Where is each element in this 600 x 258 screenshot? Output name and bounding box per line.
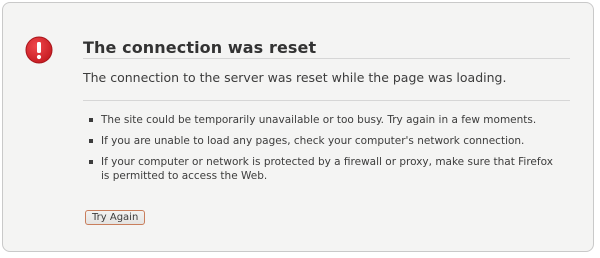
bullet-icon xyxy=(89,160,93,164)
error-title: The connection was reset xyxy=(83,38,317,57)
try-again-button[interactable]: Try Again xyxy=(85,210,146,225)
suggestion-item: If you are unable to load any pages, che… xyxy=(89,134,559,148)
suggestion-list: The site could be temporarily unavailabl… xyxy=(89,113,559,190)
suggestion-text: The site could be temporarily unavailabl… xyxy=(101,114,537,126)
description-divider xyxy=(83,100,570,101)
suggestion-item: If your computer or network is protected… xyxy=(89,155,559,183)
bullet-icon xyxy=(89,118,93,122)
suggestion-text: If your computer or network is protected… xyxy=(101,156,553,182)
error-short-description: The connection to the server was reset w… xyxy=(83,70,507,85)
suggestion-item: The site could be temporarily unavailabl… xyxy=(89,113,559,127)
title-divider xyxy=(83,58,570,59)
error-page-container: The connection was reset The connection … xyxy=(2,2,594,252)
suggestion-text: If you are unable to load any pages, che… xyxy=(101,135,525,147)
error-exclamation-icon xyxy=(25,36,53,64)
bullet-icon xyxy=(89,139,93,143)
